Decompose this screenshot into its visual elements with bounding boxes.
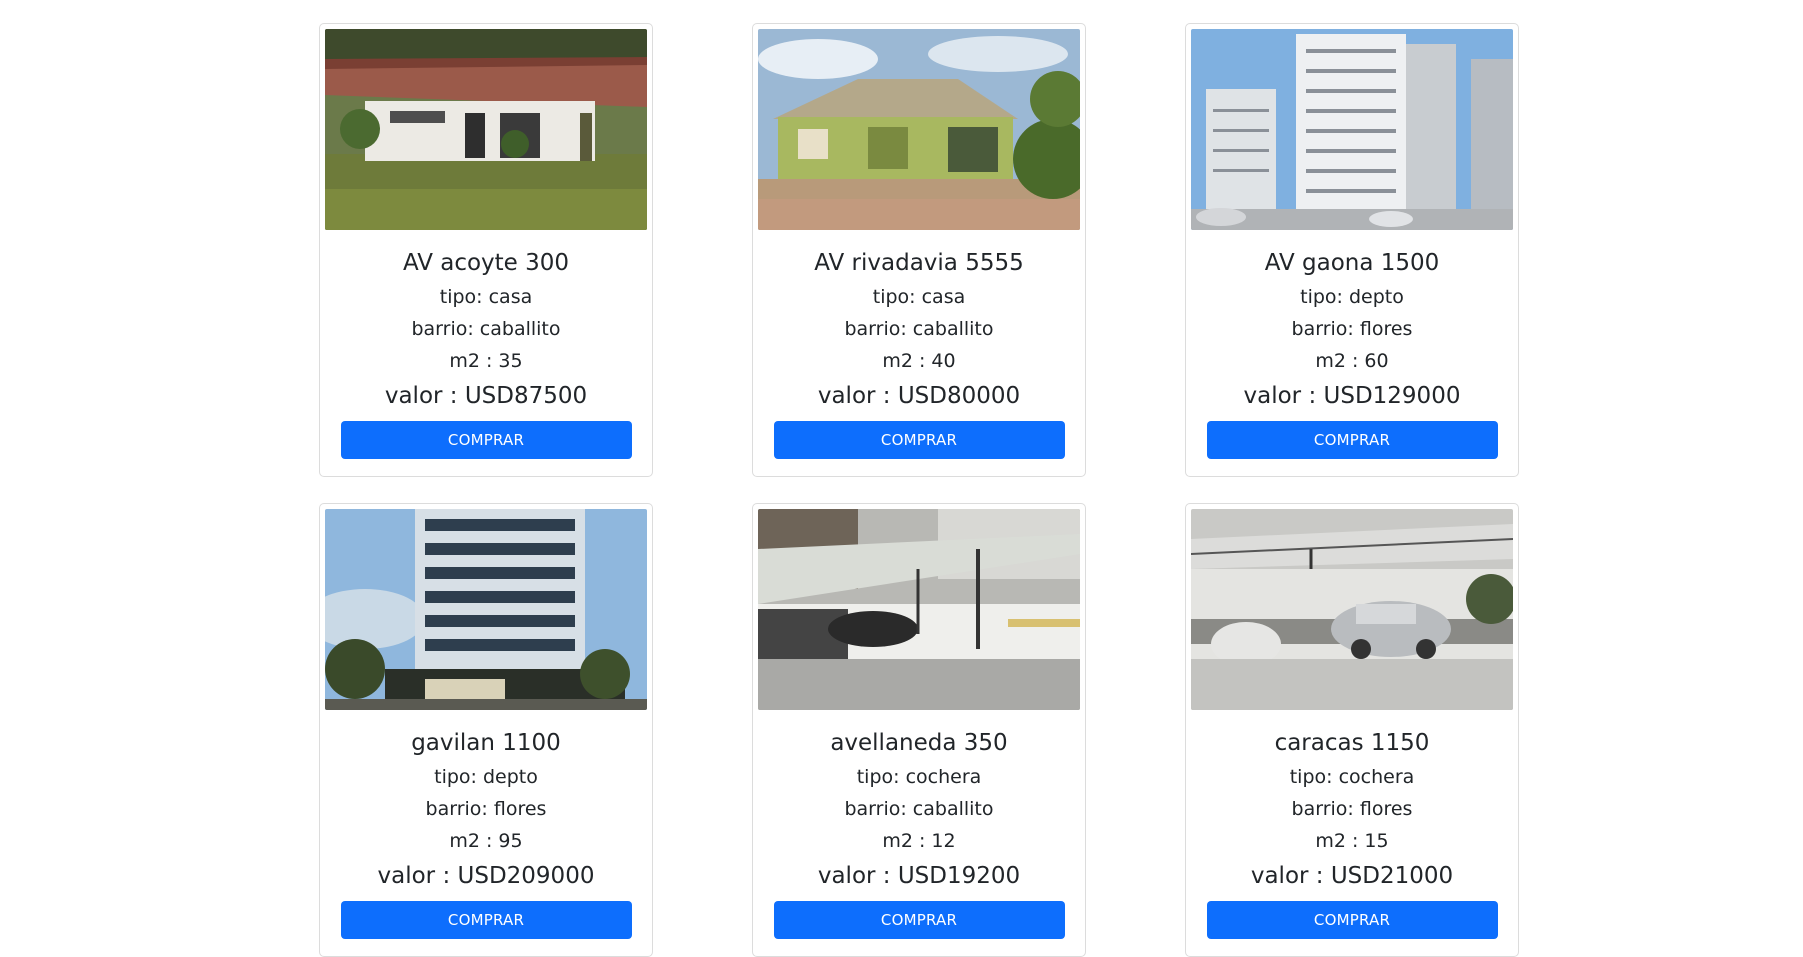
property-address: AV acoyte 300	[402, 250, 570, 276]
property-card: caracas 1150 tipo: cochera barrio: flore…	[1185, 503, 1519, 957]
property-address: AV rivadavia 5555	[814, 250, 1024, 276]
property-area: m2 : 12	[882, 830, 956, 852]
property-address: gavilan 1100	[411, 730, 561, 756]
house-photo	[325, 29, 647, 230]
property-price: valor : USD19200	[817, 863, 1021, 889]
property-area: m2 : 95	[449, 830, 523, 852]
property-neighborhood: barrio: flores	[1291, 798, 1413, 820]
property-type: tipo: casa	[439, 286, 533, 308]
comprar-button[interactable]: COMPRAR	[773, 901, 1065, 939]
comprar-button[interactable]: COMPRAR	[773, 421, 1065, 459]
property-card: AV rivadavia 5555 tipo: casa barrio: cab…	[752, 23, 1086, 477]
property-card: AV acoyte 300 tipo: casa barrio: caballi…	[319, 23, 653, 477]
property-price: valor : USD80000	[817, 383, 1021, 409]
property-type: tipo: depto	[1300, 286, 1404, 308]
property-price: valor : USD209000	[377, 863, 595, 889]
property-neighborhood: barrio: flores	[425, 798, 547, 820]
garage-photo	[1191, 509, 1513, 710]
property-area: m2 : 15	[1315, 830, 1389, 852]
property-neighborhood: barrio: flores	[1291, 318, 1413, 340]
property-card: avellaneda 350 tipo: cochera barrio: cab…	[752, 503, 1086, 957]
house-photo	[758, 29, 1080, 230]
property-neighborhood: barrio: caballito	[844, 318, 994, 340]
property-card: gavilan 1100 tipo: depto barrio: flores …	[319, 503, 653, 957]
property-address: AV gaona 1500	[1264, 250, 1440, 276]
property-neighborhood: barrio: caballito	[844, 798, 994, 820]
apartment-building-photo	[325, 509, 647, 710]
comprar-button[interactable]: COMPRAR	[1206, 901, 1498, 939]
comprar-button[interactable]: COMPRAR	[340, 421, 632, 459]
property-area: m2 : 60	[1315, 350, 1389, 372]
property-card: AV gaona 1500 tipo: depto barrio: flores…	[1185, 23, 1519, 477]
property-neighborhood: barrio: caballito	[411, 318, 561, 340]
property-type: tipo: cochera	[1289, 766, 1415, 788]
property-price: valor : USD87500	[384, 383, 588, 409]
property-type: tipo: casa	[872, 286, 966, 308]
garage-photo	[758, 509, 1080, 710]
property-price: valor : USD21000	[1250, 863, 1454, 889]
property-area: m2 : 40	[882, 350, 956, 372]
property-type: tipo: cochera	[856, 766, 982, 788]
property-type: tipo: depto	[434, 766, 538, 788]
property-address: avellaneda 350	[830, 730, 1008, 756]
comprar-button[interactable]: COMPRAR	[1206, 421, 1498, 459]
property-area: m2 : 35	[449, 350, 523, 372]
comprar-button[interactable]: COMPRAR	[340, 901, 632, 939]
property-address: caracas 1150	[1274, 730, 1430, 756]
property-grid: AV acoyte 300 tipo: casa barrio: caballi…	[319, 23, 1519, 957]
property-price: valor : USD129000	[1243, 383, 1461, 409]
apartment-building-photo	[1191, 29, 1513, 230]
